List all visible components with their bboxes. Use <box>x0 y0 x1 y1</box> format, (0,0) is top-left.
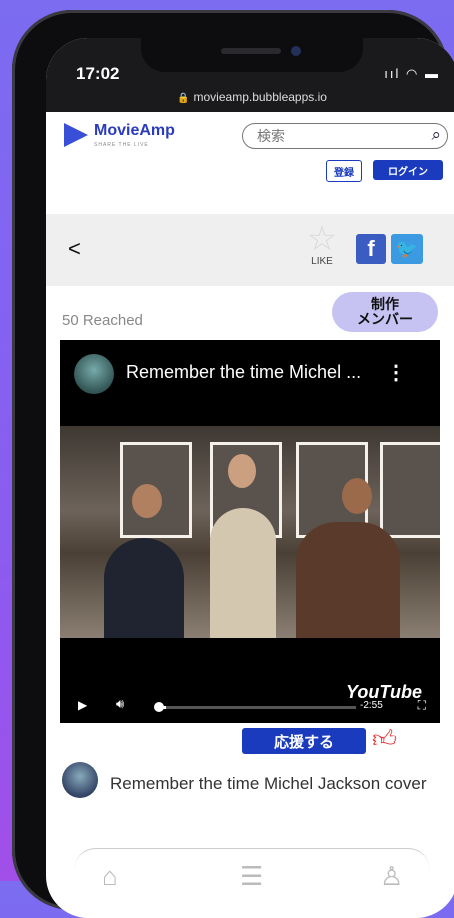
post-title: Remember the time Michel Jackson cover <box>110 774 427 793</box>
support-button[interactable]: 応援する <box>242 728 366 754</box>
address-bar[interactable]: 🔒 movieamp.bubbleapps.io <box>46 90 454 104</box>
performer-head <box>132 484 162 518</box>
play-icon[interactable]: ▶ <box>78 698 87 712</box>
url-text: movieamp.bubbleapps.io <box>193 90 327 104</box>
screen: 17:02 ııl ◠ ▬ 🔒 movieamp.bubbleapps.io Mo… <box>46 38 454 918</box>
channel-avatar[interactable] <box>74 354 114 394</box>
fullscreen-icon[interactable]: ⛶ <box>418 698 426 713</box>
avatar[interactable] <box>62 762 98 798</box>
facebook-share-icon[interactable]: f <box>356 234 386 264</box>
members-label: 制作 メンバー <box>357 296 413 327</box>
battery-icon: ▬ <box>425 66 440 81</box>
signal-icon: ııl <box>384 66 401 81</box>
video-frame[interactable] <box>60 426 440 638</box>
user-icon[interactable]: ♙ <box>380 861 403 892</box>
video-menu-icon[interactable]: ⋮ <box>386 360 406 385</box>
status-time: 17:02 <box>76 64 120 83</box>
video-title[interactable]: Remember the time Michel ... <box>126 362 361 383</box>
members-button[interactable]: 制作 メンバー <box>332 292 438 332</box>
logo-tagline: SHARE THE LIVE <box>94 142 149 148</box>
performer <box>210 508 276 638</box>
register-button[interactable]: 登録 <box>326 160 362 182</box>
performer <box>296 522 400 638</box>
thumbs-up-icon[interactable]: 👍︎ <box>372 726 397 754</box>
like-button[interactable]: ☆ LIKE <box>304 222 340 267</box>
performer-head <box>342 478 372 514</box>
star-icon: ☆ <box>306 220 338 258</box>
speaker <box>221 48 281 54</box>
video-controls: ▶ 🔊︎ -2:55 ⛶ <box>60 690 440 720</box>
search-icon[interactable]: ⌕ <box>431 125 441 145</box>
lock-icon: 🔒 <box>177 93 190 104</box>
phone-frame: 17:02 ııl ◠ ▬ 🔒 movieamp.bubbleapps.io Mo… <box>12 10 454 918</box>
twitter-share-icon[interactable]: 🐦 <box>391 234 423 264</box>
back-icon[interactable]: < <box>68 236 81 262</box>
tab-bar: ⌂ ☰ ♙ <box>74 848 430 918</box>
search-box[interactable]: ⌕ <box>242 123 448 149</box>
performer <box>104 538 184 638</box>
list-icon[interactable]: ☰ <box>240 861 263 892</box>
volume-icon[interactable]: 🔊︎ <box>116 696 124 712</box>
progress-knob[interactable] <box>154 702 164 712</box>
status-bar: 17:02 ııl ◠ ▬ 🔒 movieamp.bubbleapps.io <box>46 38 454 112</box>
video-player[interactable]: Remember the time Michel ... ⋮ YouTube ▶… <box>60 340 440 723</box>
site-header: MovieAmp SHARE THE LIVE ⌕ 登録 ログイン <box>46 112 454 222</box>
search-input[interactable] <box>255 127 419 145</box>
logo-play-icon <box>64 123 88 147</box>
wifi-icon: ◠ <box>406 66 420 81</box>
logo-text: MovieAmp <box>94 122 175 139</box>
logo[interactable]: MovieAmp SHARE THE LIVE <box>64 122 175 148</box>
performer-head <box>228 454 256 488</box>
reached-count: 50 Reached <box>62 312 143 329</box>
system-icons: ııl ◠ ▬ <box>384 66 440 82</box>
camera-icon <box>291 46 301 56</box>
action-bar: < ☆ LIKE f 🐦 <box>46 214 454 286</box>
video-duration: -2:55 <box>360 700 383 711</box>
notch <box>141 38 363 72</box>
progress-bar[interactable] <box>156 706 356 709</box>
mirror <box>380 442 440 538</box>
login-button[interactable]: ログイン <box>373 160 443 180</box>
home-icon[interactable]: ⌂ <box>102 861 118 892</box>
